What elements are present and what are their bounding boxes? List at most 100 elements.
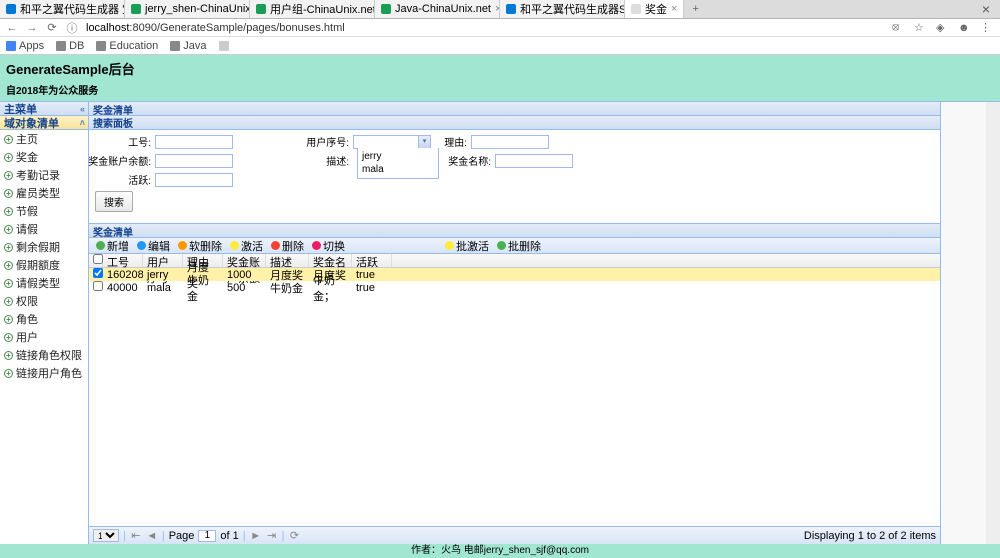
url-field[interactable]: localhost:8090/GenerateSample/pages/bonu…: [86, 22, 884, 34]
next-page-icon[interactable]: ►: [250, 530, 262, 542]
favicon: [256, 4, 266, 14]
bonus-name-input[interactable]: [495, 154, 573, 168]
reason-input[interactable]: [471, 135, 549, 149]
tab-2[interactable]: 用户组-ChinaUnix.net×: [250, 0, 375, 18]
tab-5[interactable]: 奖金×: [625, 0, 684, 18]
collapse-icon[interactable]: «: [80, 104, 85, 114]
bookmark-page[interactable]: [219, 41, 229, 51]
sidebar-item[interactable]: +请假类型: [0, 274, 88, 292]
bookmarks-bar: Apps DB Education Java: [0, 37, 1000, 55]
sidebar-item[interactable]: +考勤记录: [0, 166, 88, 184]
sidebar-item[interactable]: +假期额度: [0, 256, 88, 274]
sidebar-item[interactable]: +主页: [0, 130, 88, 148]
active-input[interactable]: [155, 173, 233, 187]
sidebar-item[interactable]: +雇员类型: [0, 184, 88, 202]
col-header[interactable]: 奖金账户余额: [223, 254, 266, 267]
info-icon[interactable]: ⓘ: [66, 22, 78, 34]
sidebar-item-label: 角色: [16, 311, 38, 327]
sidebar-item-label: 链接角色权限: [16, 347, 82, 363]
bookmark-folder[interactable]: Education: [96, 40, 158, 52]
page-size-select[interactable]: 10: [93, 529, 119, 542]
extensions-icon[interactable]: ◈: [936, 21, 950, 34]
sidebar-item[interactable]: +请假: [0, 220, 88, 238]
trash-icon: [178, 241, 187, 250]
col-header[interactable]: 描述: [266, 254, 309, 267]
user-combo[interactable]: ▾: [353, 135, 431, 149]
sidebar-item-label: 权限: [16, 293, 38, 309]
sidebar-item[interactable]: +链接用户角色: [0, 364, 88, 382]
display-info: Displaying 1 to 2 of 2 items: [804, 530, 936, 542]
plus-icon: +: [4, 351, 13, 360]
softdelete-button[interactable]: 软删除: [175, 238, 225, 254]
edit-button[interactable]: 编辑: [134, 238, 173, 254]
user-dropdown: jerry mala: [357, 148, 439, 179]
employee-id-input[interactable]: [155, 135, 233, 149]
prev-page-icon[interactable]: ◄: [146, 530, 158, 542]
col-header[interactable]: 工号: [103, 254, 143, 267]
bookmark-folder[interactable]: Java: [170, 40, 206, 52]
first-page-icon[interactable]: ⇤: [130, 529, 142, 542]
apps-bookmark[interactable]: Apps: [6, 40, 44, 52]
content-tab[interactable]: 奖金清单: [89, 102, 940, 116]
activate-button[interactable]: 激活: [227, 238, 266, 254]
window-close-icon[interactable]: ×: [972, 1, 1000, 17]
row-checkbox[interactable]: [93, 268, 103, 278]
sidebar-item[interactable]: +链接角色权限: [0, 346, 88, 364]
balance-input[interactable]: [155, 154, 233, 168]
col-header[interactable]: 奖金名称: [309, 254, 352, 267]
batch-delete-button[interactable]: 批删除: [494, 238, 544, 254]
forward-icon[interactable]: →: [26, 22, 38, 34]
delete-button[interactable]: 删除: [268, 238, 307, 254]
menu-icon[interactable]: ⋮: [980, 21, 994, 34]
tab-3[interactable]: Java-ChinaUnix.net×: [375, 0, 500, 18]
favicon: [381, 4, 391, 14]
dropdown-option[interactable]: jerry: [358, 150, 438, 163]
search-panel: 工号: 用户序号:▾ 理由: 奖金账户余额: 描述: 奖金名称: 活跃: 搜索 …: [89, 130, 940, 224]
sidebar-section[interactable]: 域对象清单˄: [0, 116, 88, 130]
back-icon[interactable]: ←: [6, 22, 18, 34]
sidebar-item[interactable]: +剩余假期: [0, 238, 88, 256]
toggle-button[interactable]: 切换: [309, 238, 348, 254]
sidebar-item[interactable]: +权限: [0, 292, 88, 310]
tab-1[interactable]: jerry_shen-ChinaUnix.n×: [125, 0, 250, 18]
col-header[interactable]: 活跃: [352, 254, 392, 267]
profile-icon[interactable]: ☻: [958, 22, 972, 34]
chevron-down-icon[interactable]: ▾: [418, 136, 430, 148]
batch-activate-button[interactable]: 批激活: [442, 238, 492, 254]
favicon: [506, 4, 516, 14]
sidebar-item[interactable]: +奖金: [0, 148, 88, 166]
search-button[interactable]: 搜索: [95, 191, 133, 212]
bulb-icon: [445, 241, 454, 250]
page-subtitle: 自2018年为公众服务: [6, 82, 994, 97]
new-tab-button[interactable]: +: [684, 3, 706, 15]
add-button[interactable]: 新增: [93, 238, 132, 254]
translate-icon[interactable]: ⦻: [892, 21, 906, 34]
sidebar-item[interactable]: +角色: [0, 310, 88, 328]
refresh-icon[interactable]: ⟳: [289, 529, 301, 542]
tab-4[interactable]: 和平之翼代码生成器SME×: [500, 0, 625, 18]
plus-icon: +: [4, 243, 13, 252]
reload-icon[interactable]: ⟳: [46, 22, 58, 34]
trash-icon: [497, 241, 506, 250]
star-icon[interactable]: ☆: [914, 21, 928, 34]
table-row[interactable]: 40000mala牛奶金500牛奶金牛奶金；true: [89, 281, 940, 294]
bookmark-folder[interactable]: DB: [56, 40, 84, 52]
sidebar-item[interactable]: +用户: [0, 328, 88, 346]
sidebar-item-label: 雇员类型: [16, 185, 60, 201]
tab-0[interactable]: 和平之翼代码生成器 宝船×: [0, 0, 125, 18]
sidebar-item[interactable]: +节假: [0, 202, 88, 220]
plus-icon: +: [4, 279, 13, 288]
field-label: 工号:: [95, 134, 151, 149]
col-header[interactable]: 用户序号: [143, 254, 183, 267]
row-checkbox[interactable]: [93, 281, 103, 291]
dropdown-option[interactable]: mala: [358, 163, 438, 176]
sidebar-item-label: 奖金: [16, 149, 38, 165]
page-input[interactable]: [198, 530, 216, 542]
address-bar: ← → ⟳ ⓘ localhost:8090/GenerateSample/pa…: [0, 19, 1000, 37]
close-icon[interactable]: ×: [671, 3, 677, 15]
cell: true: [352, 282, 392, 294]
plus-icon: +: [4, 189, 13, 198]
last-page-icon[interactable]: ⇥: [266, 529, 278, 542]
grid-toolbar: 新增 编辑 软删除 激活 删除 切换 批激活 批删除: [89, 238, 940, 254]
select-all-checkbox[interactable]: [93, 254, 103, 264]
